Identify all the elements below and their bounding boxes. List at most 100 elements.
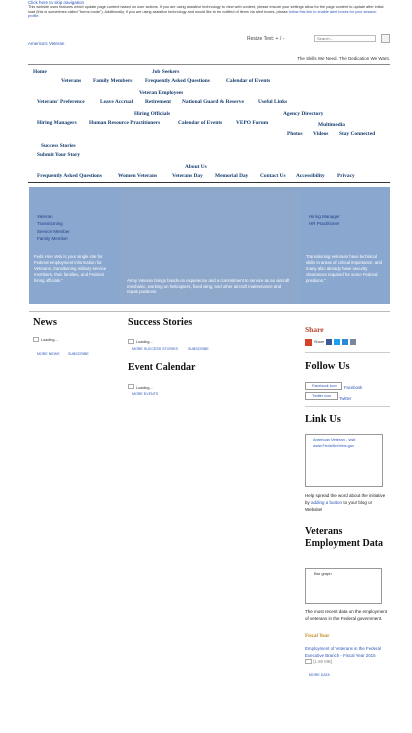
hero-left-list: Veteran Transitioning Service Member Fam… <box>37 213 70 243</box>
share-plus-icon[interactable] <box>305 339 312 346</box>
events-loading-text: Loading... <box>136 386 153 390</box>
link-us-banner[interactable]: American Veteran - visit www.FedsHireVet… <box>305 434 383 487</box>
nav-veterans-day[interactable]: Veterans Day <box>172 173 203 179</box>
hero-divider <box>29 311 390 312</box>
fy2015-report-text: Employment of Veterans in the Federal Ex… <box>305 646 381 658</box>
hero-slide-caption: Army Veteran brings hands-on experience … <box>127 278 290 295</box>
link-us-banner-text: American Veteran - visit www.FedsHireVet… <box>313 437 356 448</box>
sidebar-divider-2 <box>305 406 390 407</box>
hero-right-list: Hiring Manager HR Practitioner <box>309 213 340 228</box>
nav-privacy[interactable]: Privacy <box>337 173 355 179</box>
nav-veteran-employees[interactable]: Veteran Employees <box>139 90 183 96</box>
nav-submit-story[interactable]: Submit Your Story <box>37 152 80 158</box>
search-button[interactable] <box>381 34 390 43</box>
news-title: News <box>33 317 57 328</box>
fy2015-report-link[interactable]: Employment of Veterans in the Federal Ex… <box>305 646 381 666</box>
success-stories-title: Success Stories <box>128 317 193 328</box>
twitter-icon-alt: Twitter icon <box>312 394 332 398</box>
nav-national-guard-reserve[interactable]: National Guard & Reserve <box>182 99 244 105</box>
bar-graph-alt: Bar graph <box>314 571 332 576</box>
header-divider <box>28 64 390 65</box>
bar-graph-image[interactable]: Bar graph <box>305 568 382 604</box>
share-label[interactable]: Share <box>314 340 324 344</box>
follow-us-title: Follow Us <box>305 361 350 372</box>
share-title: Share <box>305 325 324 334</box>
assistive-tech-notice: This website uses features which update … <box>28 5 388 19</box>
nav-faq-2[interactable]: Frequently Asked Questions <box>37 173 102 179</box>
success-subscribe-link[interactable]: SUBSCRIBE <box>188 347 209 351</box>
nav-stay-connected[interactable]: Stay Connected <box>339 131 375 137</box>
nav-calendar-of-events-2[interactable]: Calendar of Events <box>178 120 222 126</box>
hero-link-hiring-manager[interactable]: Hiring Manager <box>309 213 340 220</box>
news-subscribe-link[interactable]: SUBSCRIBE <box>68 352 89 356</box>
employment-data-description: The most recent data on the employment o… <box>305 609 388 621</box>
pdf-icon <box>305 659 312 665</box>
twitter-share-icon[interactable] <box>334 339 340 345</box>
nav-useful-links[interactable]: Useful Links <box>258 99 287 105</box>
report-size: [1.69 MB] <box>313 659 333 664</box>
event-calendar-title: Event Calendar <box>128 362 196 373</box>
linkedin-share-icon[interactable] <box>342 339 348 345</box>
sidebar-divider-1 <box>305 352 390 353</box>
nav-hr-practitioners[interactable]: Human Resource Practitioners <box>89 120 160 126</box>
decrease-text-button[interactable]: - <box>283 36 285 42</box>
nav-memorial-day[interactable]: Memorial Day <box>215 173 248 179</box>
hero-slideshow[interactable]: Army Veteran brings hands-on experience … <box>118 187 300 304</box>
resize-label: Resize Text: <box>247 36 275 42</box>
search-input[interactable] <box>314 35 376 42</box>
link-us-title: Link Us <box>305 414 341 425</box>
nav-hiring-managers[interactable]: Hiring Managers <box>37 120 77 126</box>
nav-success-stories[interactable]: Success Stories <box>41 143 76 149</box>
nav-women-veterans[interactable]: Women Veterans <box>118 173 157 179</box>
nav-vepo-forum[interactable]: VEPO Forum <box>236 120 268 126</box>
hero-link-service-member[interactable]: Service Member <box>37 228 70 235</box>
hero-left-description: Feds Hire Vets is your single site for F… <box>34 254 107 283</box>
hero-right-description: Transitioning veterans have technical sk… <box>306 254 382 283</box>
facebook-icon[interactable]: Facebook icon <box>305 382 342 390</box>
more-news-link[interactable]: MORE NEWS <box>37 352 60 356</box>
nav-videos[interactable]: Videos <box>313 131 328 137</box>
nav-photos[interactable]: Photos <box>287 131 303 137</box>
nav-contact-us[interactable]: Contact Us <box>260 173 286 179</box>
hero-link-transitioning[interactable]: Transitioning <box>37 220 70 227</box>
more-success-stories-link[interactable]: MORE SUCCESS STORIES <box>132 347 178 351</box>
nav-retirement[interactable]: Retirement <box>145 99 171 105</box>
success-loading-icon <box>128 339 134 344</box>
fiscal-year-title: Fiscal Year <box>305 633 330 639</box>
hero-link-family-member[interactable]: Family Member <box>37 235 70 242</box>
nav-agency-directory[interactable]: Agency Directory <box>283 111 323 117</box>
resize-text-control: Resize Text: + / - <box>247 36 284 42</box>
nav-leave-accrual[interactable]: Leave Accrual <box>100 99 133 105</box>
email-share-icon[interactable] <box>350 339 356 345</box>
news-loading-icon <box>33 337 39 342</box>
nav-job-seekers[interactable]: Job Seekers <box>152 69 179 75</box>
nav-veterans-preference[interactable]: Veterans' Preference <box>37 99 85 105</box>
add-button-link[interactable]: adding a button <box>311 500 342 505</box>
nav-multimedia[interactable]: Multimedia <box>318 122 345 128</box>
facebook-link[interactable]: Facebook <box>344 385 362 390</box>
nav-family-members[interactable]: Family Members <box>93 78 132 84</box>
success-loading-text: Loading... <box>136 340 153 344</box>
nav-hiring-officials[interactable]: Hiring Officials <box>134 111 170 117</box>
veterans-employment-data-title: Veterans Employment Data <box>305 526 384 549</box>
tagline: The Skills We Need. The Dedication We Wa… <box>297 56 390 61</box>
site-logo-text[interactable]: America's Veteran <box>28 41 64 46</box>
more-events-link[interactable]: MORE EVENTS <box>132 392 158 396</box>
nav-about-us[interactable]: About Us <box>185 164 207 170</box>
nav-accessibility[interactable]: Accessibility <box>296 173 325 179</box>
nav-faq[interactable]: Frequently Asked Questions <box>145 78 210 84</box>
help-spread-text: Help spread the word about the initiativ… <box>305 492 389 513</box>
hero-panel-hiring: Hiring Manager HR Practitioner Transitio… <box>300 187 390 304</box>
facebook-share-icon[interactable] <box>326 339 332 345</box>
more-data-link[interactable]: MORE DATA <box>309 673 330 677</box>
hero-link-veteran[interactable]: Veteran <box>37 213 70 220</box>
nav-calendar-of-events[interactable]: Calendar of Events <box>226 78 270 84</box>
twitter-link[interactable]: Twitter <box>339 396 351 401</box>
nav-veterans[interactable]: Veterans <box>61 78 81 84</box>
nav-divider <box>28 182 390 183</box>
facebook-icon-alt: Facebook icon <box>312 384 337 388</box>
news-loading-text: Loading... <box>41 338 58 342</box>
nav-home[interactable]: Home <box>33 69 47 75</box>
hero-link-hr-practitioner[interactable]: HR Practitioner <box>309 220 340 227</box>
twitter-icon[interactable]: Twitter icon <box>305 392 338 400</box>
